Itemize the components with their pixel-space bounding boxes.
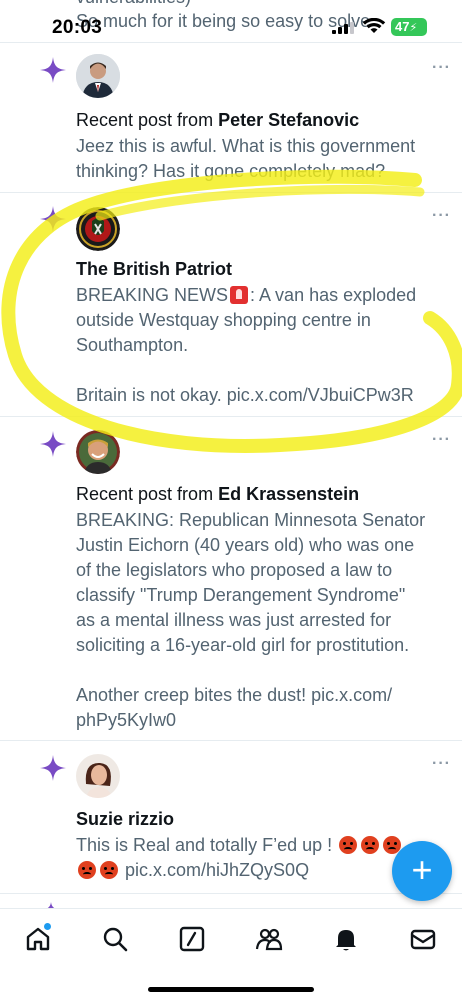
notification-title: The British Patriot xyxy=(76,257,232,281)
post-link[interactable]: pic.x.com/hiJhZQyS0Q xyxy=(125,860,309,880)
avatar-image xyxy=(76,754,120,798)
notification-prefix: Recent post from xyxy=(76,484,219,504)
divider xyxy=(0,893,462,894)
notification-title: Suzie rizzio xyxy=(76,807,174,831)
avatar[interactable] xyxy=(76,430,120,474)
siren-emoji-icon xyxy=(230,286,249,304)
unread-dot xyxy=(44,923,51,930)
grok-icon[interactable] xyxy=(178,925,206,953)
author-name[interactable]: Suzie rizzio xyxy=(76,809,174,829)
notification-item[interactable]: ··· The British Patriot BREAKING NEWS: A… xyxy=(0,193,462,416)
more-options-button[interactable]: ··· xyxy=(432,59,451,77)
previous-post-text-top: vulnerabilities) xyxy=(76,0,191,8)
author-name[interactable]: Ed Krassenstein xyxy=(218,484,359,504)
previous-post-text-bottom: So much for it being so easy to solve xyxy=(76,11,371,31)
sparkle-icon xyxy=(40,755,66,781)
notification-prefix: Recent post from xyxy=(76,110,219,130)
angry-face-emoji-icon xyxy=(361,836,380,854)
post-text[interactable]: BREAKING NEWS: A van has exploded outsid… xyxy=(76,283,456,408)
cellular-signal-icon xyxy=(332,22,354,34)
compose-button[interactable]: + xyxy=(392,841,452,901)
avatar-image xyxy=(76,430,120,474)
notification-item[interactable]: ··· Recent post from Peter Stefanovic Je… xyxy=(0,43,462,192)
angry-face-emoji-icon xyxy=(78,861,96,879)
avatar-image xyxy=(76,54,120,98)
author-name[interactable]: The British Patriot xyxy=(76,259,232,279)
sparkle-icon xyxy=(40,206,66,232)
patriot-logo-icon xyxy=(76,207,120,251)
more-options-button[interactable]: ··· xyxy=(432,431,451,449)
angry-face-emoji-icon xyxy=(339,836,358,854)
status-bar: vulnerabilities) So much for it being so… xyxy=(0,0,462,44)
bottom-tab-bar xyxy=(0,908,462,1000)
more-options-button[interactable]: ··· xyxy=(432,207,451,225)
battery-indicator: 47⚡ xyxy=(391,18,427,36)
post-text-start: This is Real and totally F’ed up ! xyxy=(76,835,333,855)
angry-face-emoji-icon xyxy=(100,861,118,879)
search-icon[interactable] xyxy=(101,925,129,953)
sparkle-icon xyxy=(40,431,66,457)
charging-bolt-icon: ⚡ xyxy=(409,22,418,34)
home-indicator xyxy=(148,987,314,992)
post-text-start: BREAKING NEWS xyxy=(76,285,229,305)
notification-title: Recent post from Ed Krassenstein xyxy=(76,482,359,506)
notifications-icon[interactable] xyxy=(332,925,360,953)
author-name[interactable]: Peter Stefanovic xyxy=(218,110,359,130)
clock: 20:03 xyxy=(52,17,103,38)
post-text[interactable]: Jeez this is awful. What is this governm… xyxy=(76,134,456,184)
communities-icon[interactable] xyxy=(255,925,283,953)
avatar[interactable] xyxy=(76,54,120,98)
avatar[interactable] xyxy=(76,207,120,251)
more-options-button[interactable]: ··· xyxy=(432,755,451,773)
sparkle-icon xyxy=(40,57,66,83)
messages-icon[interactable] xyxy=(409,925,437,953)
battery-level: 47 xyxy=(395,19,410,34)
avatar[interactable] xyxy=(76,754,120,798)
notification-item[interactable]: ··· Recent post from Ed Krassenstein BRE… xyxy=(0,417,462,740)
post-text[interactable]: BREAKING: Republican Minnesota Senator J… xyxy=(76,508,456,733)
notification-title: Recent post from Peter Stefanovic xyxy=(76,108,359,132)
wifi-icon xyxy=(362,18,386,33)
